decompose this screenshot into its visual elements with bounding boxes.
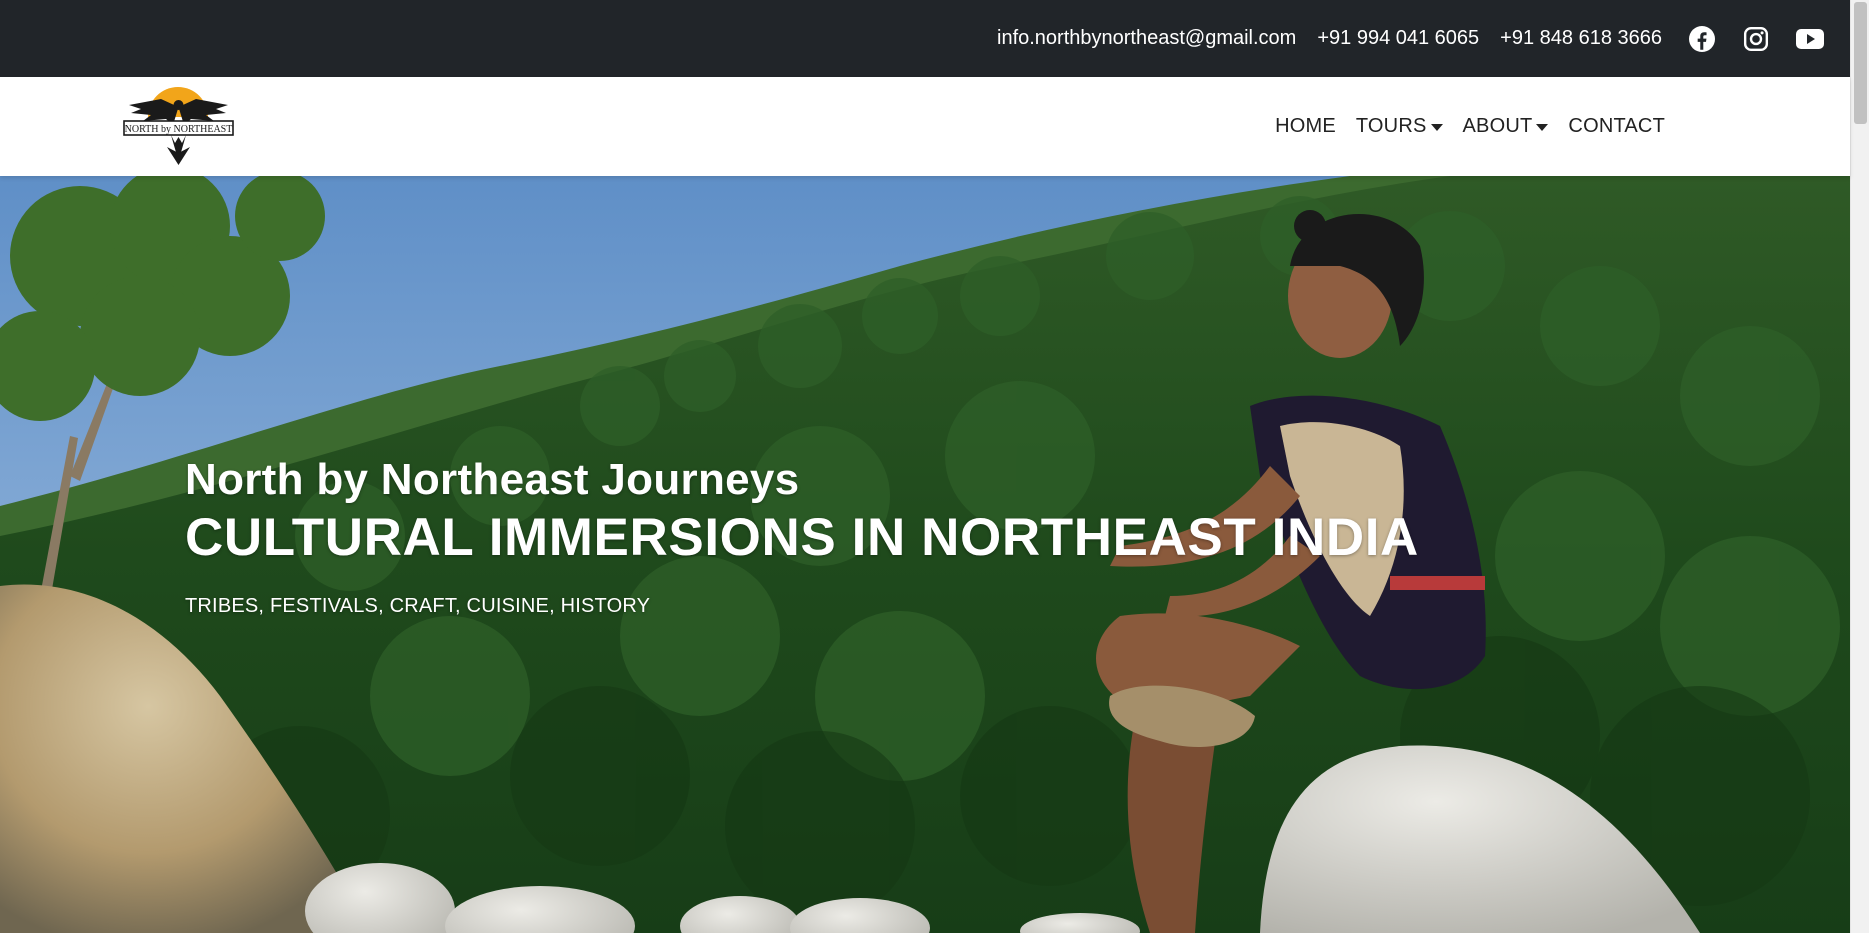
- hero-section: North by Northeast Journeys CULTURAL IMM…: [0, 176, 1850, 933]
- social-links: [1688, 25, 1824, 53]
- nav-item-label: ABOUT: [1462, 115, 1533, 137]
- youtube-icon[interactable]: [1796, 25, 1824, 53]
- nav-menu: HOME TOURS ABOUT CONTACT: [1255, 77, 1665, 176]
- main-navbar: NORTH by NORTHEAST HOME TOURS ABOUT CONT…: [0, 77, 1850, 176]
- nav-item-tours[interactable]: TOURS: [1356, 115, 1443, 138]
- nav-item-about[interactable]: ABOUT: [1463, 115, 1549, 138]
- instagram-icon[interactable]: [1742, 25, 1770, 53]
- nav-item-label: CONTACT: [1568, 115, 1665, 137]
- site-logo[interactable]: NORTH by NORTHEAST: [121, 87, 236, 165]
- hero-title: North by Northeast Journeys: [185, 455, 800, 504]
- facebook-icon[interactable]: [1688, 25, 1716, 53]
- page: info.northbynortheast@gmail.com +91 994 …: [0, 0, 1869, 933]
- phone-link-2[interactable]: +91 848 618 3666: [1500, 27, 1662, 50]
- email-link[interactable]: info.northbynortheast@gmail.com: [997, 27, 1296, 50]
- phone-link-1[interactable]: +91 994 041 6065: [1317, 27, 1479, 50]
- logo-wordmark: NORTH by NORTHEAST: [125, 124, 233, 135]
- nav-item-label: HOME: [1275, 115, 1336, 137]
- caret-down-icon: [1430, 124, 1443, 131]
- caret-down-icon: [1536, 124, 1549, 131]
- hero-tagline: TRIBES, FESTIVALS, CRAFT, CUISINE, HISTO…: [185, 595, 651, 618]
- scrollbar-thumb[interactable]: [1854, 2, 1867, 124]
- top-contact-bar: info.northbynortheast@gmail.com +91 994 …: [0, 0, 1850, 77]
- nav-item-label: TOURS: [1355, 115, 1427, 137]
- hero-headline: CULTURAL IMMERSIONS IN NORTHEAST INDIA: [185, 508, 1419, 568]
- nav-item-home[interactable]: HOME: [1275, 115, 1336, 138]
- nav-item-contact[interactable]: CONTACT: [1568, 115, 1665, 138]
- hero-text: North by Northeast Journeys CULTURAL IMM…: [185, 455, 1419, 618]
- vertical-scrollbar[interactable]: [1850, 0, 1869, 933]
